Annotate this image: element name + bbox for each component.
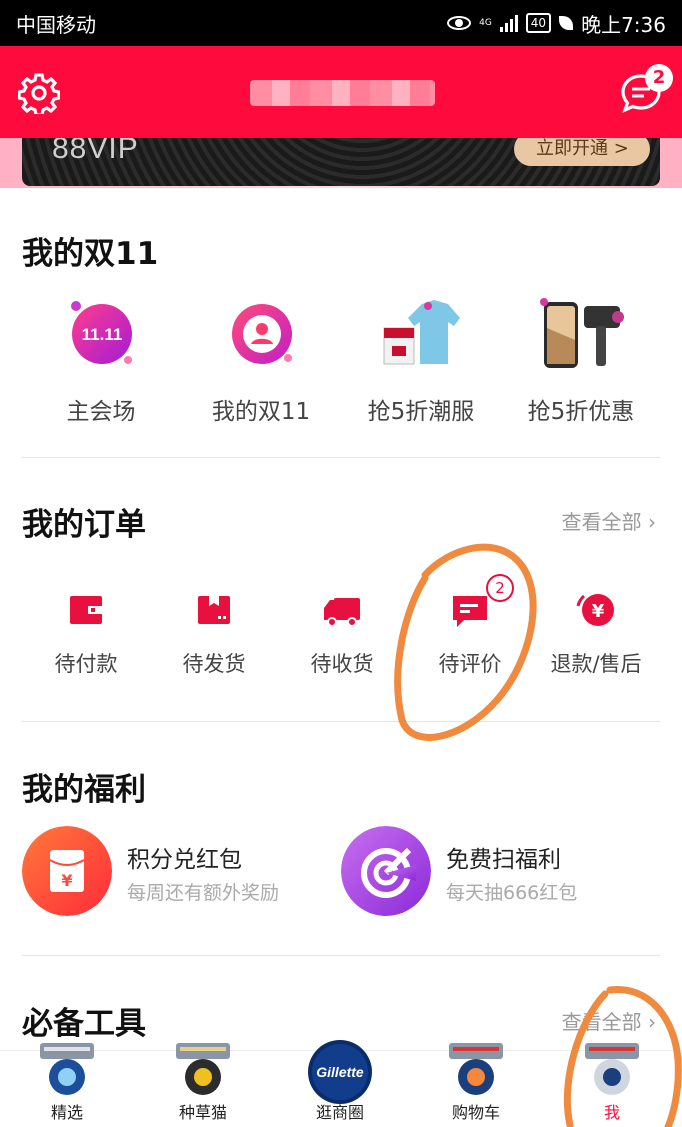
refund-icon: ¥	[576, 590, 616, 630]
double11-item-label: 我的双11	[211, 399, 311, 425]
svg-text:¥: ¥	[592, 601, 605, 622]
username-blurred	[250, 80, 435, 106]
vip-banner-area: 88VIP 立即开通 >	[0, 138, 682, 188]
order-refund[interactable]: ¥ 退款/售后	[532, 590, 660, 678]
network-type: 4G	[479, 17, 492, 28]
tab-cart[interactable]: 购物车	[421, 1043, 531, 1123]
welfare-item-subtitle: 每天抽666红包	[446, 882, 578, 904]
double11-main-venue[interactable]: 11.11 主会场	[26, 298, 176, 426]
eye-comfort-icon	[447, 16, 472, 30]
welfare-free-scan[interactable]: 免费扫福利 每天抽666红包	[341, 826, 641, 918]
welfare-item-title: 免费扫福利	[446, 847, 561, 873]
order-label: 待付款	[54, 652, 118, 676]
order-pending-receipt[interactable]: 待收货	[278, 590, 406, 678]
clothes-icon	[383, 298, 460, 368]
section-divider	[22, 721, 660, 722]
double11-item-label: 抢5折优惠	[527, 399, 635, 425]
double11-item-label: 主会场	[66, 399, 136, 425]
gear-icon[interactable]	[18, 72, 60, 114]
welfare-item-title: 积分兑红包	[127, 847, 242, 873]
vip-banner[interactable]: 88VIP 立即开通 >	[22, 138, 660, 186]
welfare-title: 我的福利	[22, 772, 146, 808]
message-badge: 2	[645, 64, 673, 92]
avatar-icon	[226, 298, 296, 368]
order-label: 待发货	[182, 652, 246, 676]
battery-icon: 40	[525, 13, 552, 33]
tab-label: 我	[603, 1103, 620, 1122]
comment-icon: 2	[450, 574, 514, 630]
review-count-badge: 2	[486, 574, 514, 602]
scan-icon	[341, 826, 431, 916]
double11-clothes[interactable]: 抢5折潮服	[346, 298, 496, 426]
razor-orange-icon	[443, 1039, 509, 1099]
tools-view-all[interactable]: 查看全部 ›	[562, 1006, 656, 1035]
orders-view-all-label: 查看全部	[561, 510, 642, 534]
double11-title: 我的双11	[22, 236, 159, 272]
order-pending-payment[interactable]: 待付款	[22, 590, 150, 678]
order-label: 退款/售后	[550, 652, 642, 676]
package-icon	[194, 590, 234, 630]
section-divider	[22, 457, 660, 458]
status-icons: 4G 40 晚上7:36	[447, 9, 666, 38]
tab-label: 精选	[50, 1103, 83, 1122]
chevron-right-icon: ›	[648, 510, 656, 534]
svg-text:¥: ¥	[61, 871, 72, 890]
tools-title: 必备工具	[22, 1006, 146, 1042]
tools-view-all-label: 查看全部	[561, 1010, 642, 1034]
chevron-right-icon: ›	[648, 1010, 656, 1034]
order-pending-shipment[interactable]: 待发货	[150, 590, 278, 678]
tab-me[interactable]: 我	[557, 1043, 667, 1123]
svg-text:11.11: 11.11	[82, 325, 123, 344]
tab-shopping-district[interactable]: Gillette 逛商圈	[285, 1040, 395, 1123]
order-label: 待收货	[310, 652, 374, 676]
wallet-icon	[66, 590, 106, 630]
section-divider	[22, 955, 660, 956]
double11-my[interactable]: 我的双11	[186, 298, 336, 426]
app-header: 2	[0, 46, 682, 138]
bottom-tab-bar: 精选 种草猫 Gillette 逛商圈 购物车 我	[0, 1040, 682, 1127]
svg-text:Gillette: Gillette	[316, 1064, 364, 1080]
truck-icon	[322, 590, 362, 630]
double11-item-label: 抢5折潮服	[367, 399, 475, 425]
carrier-label: 中国移动	[16, 12, 96, 37]
orders-view-all[interactable]: 查看全部 ›	[562, 506, 656, 535]
razor-silver-icon	[579, 1039, 645, 1099]
signal-icon	[499, 14, 518, 32]
gillette-logo-icon: Gillette	[307, 1039, 373, 1104]
order-pending-review[interactable]: 2 待评价	[406, 574, 534, 678]
tab-grass-cat[interactable]: 种草猫	[148, 1043, 258, 1123]
tab-label: 种草猫	[178, 1103, 227, 1122]
razor-blue-icon	[34, 1039, 100, 1099]
power-saving-icon	[559, 16, 574, 30]
double11-icon: 11.11	[66, 298, 136, 368]
welfare-points-redpacket[interactable]: ¥ 积分兑红包 每周还有额外奖励	[22, 826, 322, 918]
status-bar: 中国移动 4G 40 晚上7:36	[0, 0, 682, 46]
phone-hairdryer-icon	[540, 298, 624, 368]
red-envelope-icon: ¥	[22, 826, 112, 916]
razor-gold-icon	[170, 1039, 236, 1099]
double11-discount[interactable]: 抢5折优惠	[506, 298, 656, 426]
orders-title: 我的订单	[22, 507, 146, 543]
vip-text: 88VIP	[52, 138, 139, 165]
order-label: 待评价	[438, 652, 502, 676]
tab-featured[interactable]: 精选	[12, 1043, 122, 1123]
clock: 晚上7:36	[581, 12, 666, 37]
tab-label: 购物车	[451, 1103, 500, 1122]
vip-open-button[interactable]: 立即开通 >	[514, 138, 650, 166]
welfare-item-subtitle: 每周还有额外奖励	[127, 882, 280, 904]
